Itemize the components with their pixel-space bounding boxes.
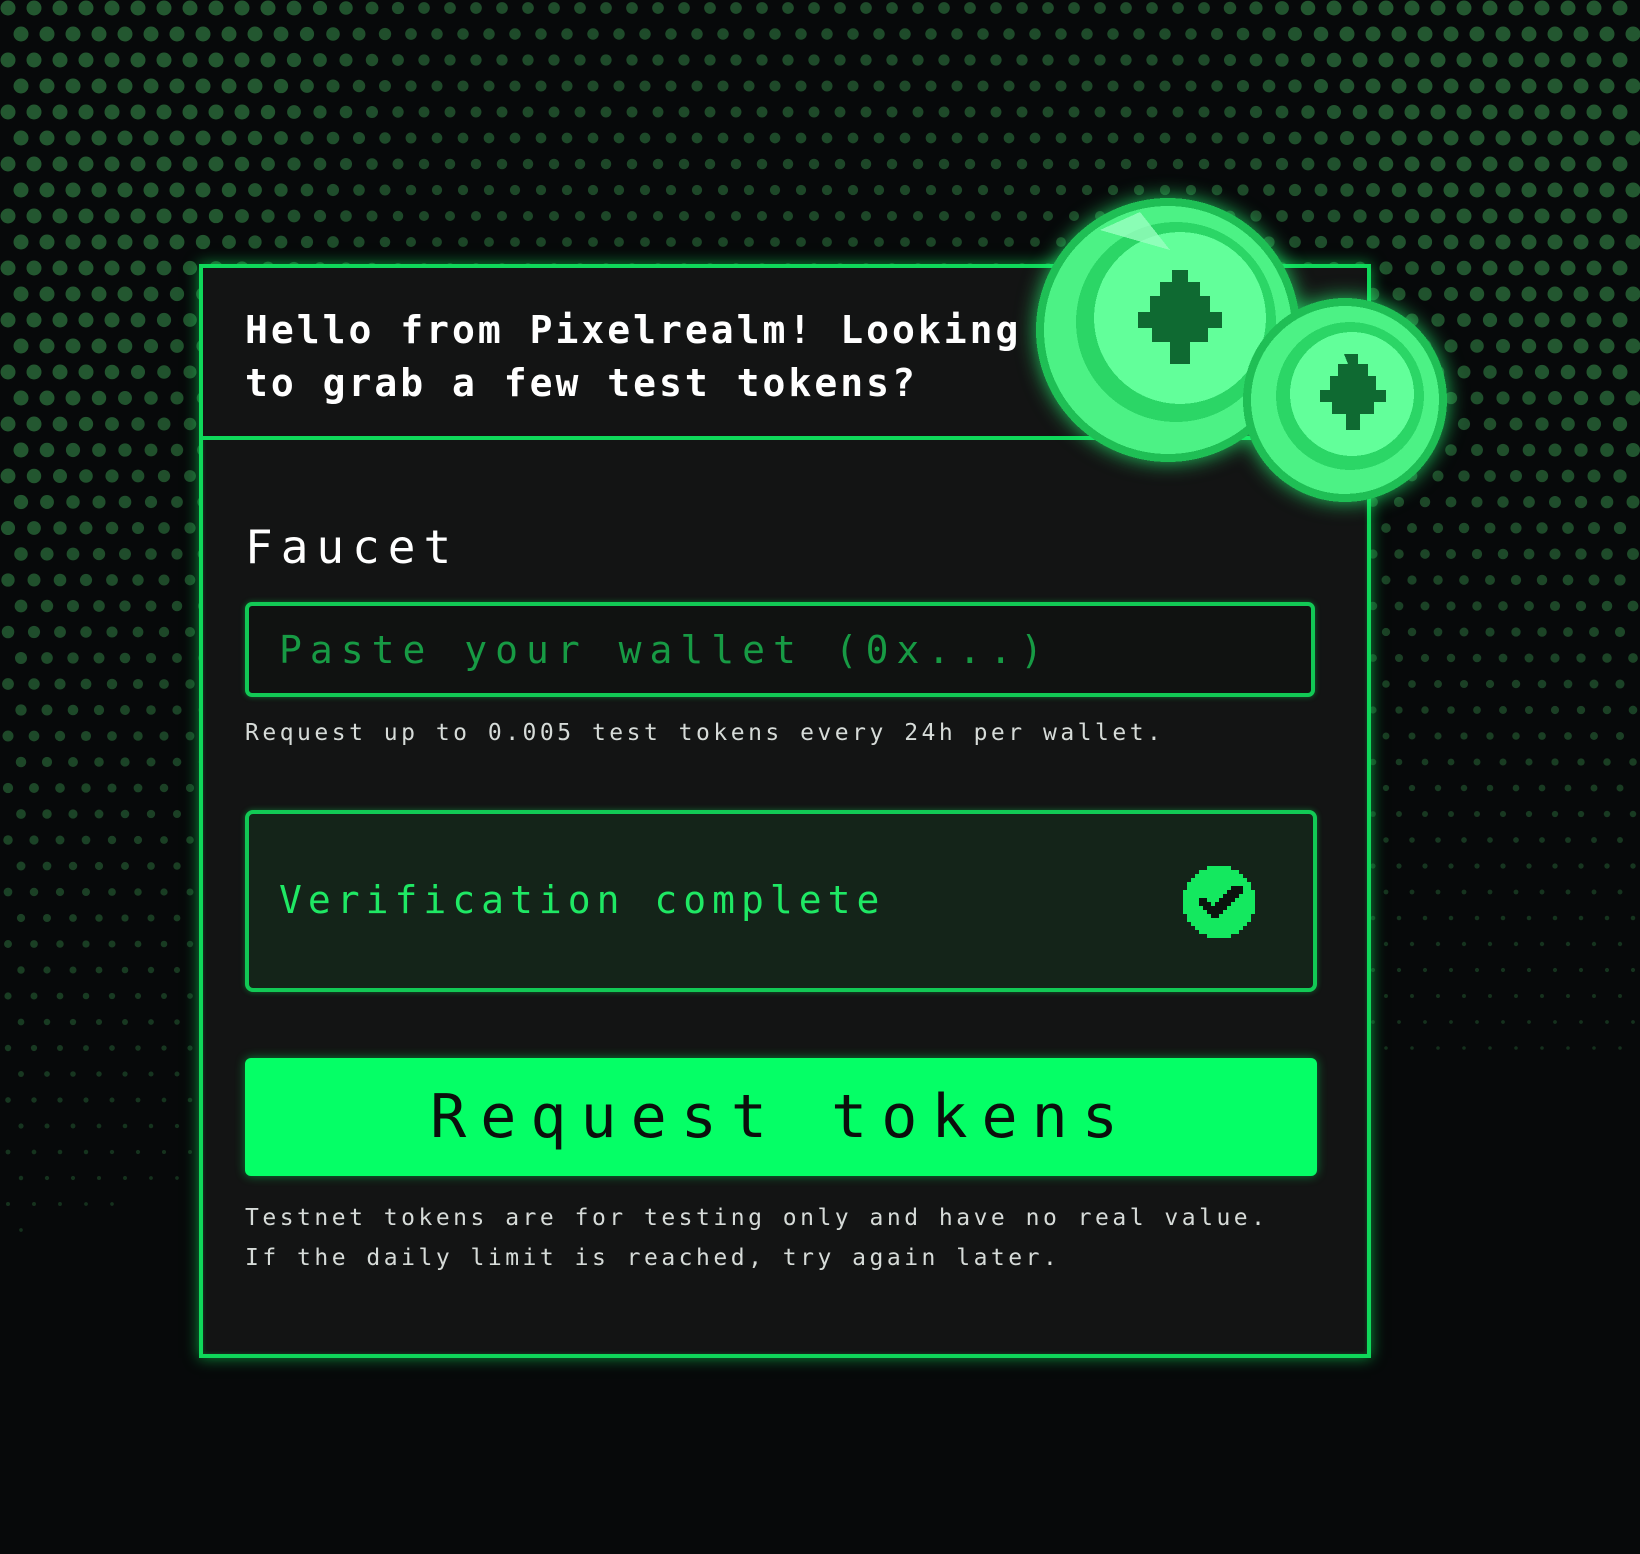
wallet-address-input[interactable] [245, 602, 1315, 697]
verification-widget[interactable]: Verification complete [245, 810, 1317, 992]
request-limit-hint: Request up to 0.005 test tokens every 24… [245, 720, 1165, 746]
greeting-text: Hello from Pixelrealm! Looking to grab a… [245, 308, 1022, 405]
check-circle-icon [1183, 866, 1255, 938]
verification-status-text: Verification complete [279, 878, 886, 922]
faucet-title: Faucet [245, 520, 460, 574]
disclaimer-text: Testnet tokens are for testing only and … [245, 1205, 1269, 1271]
request-tokens-button[interactable]: Request tokens [245, 1058, 1317, 1176]
tree-coin-icon [1036, 198, 1447, 502]
